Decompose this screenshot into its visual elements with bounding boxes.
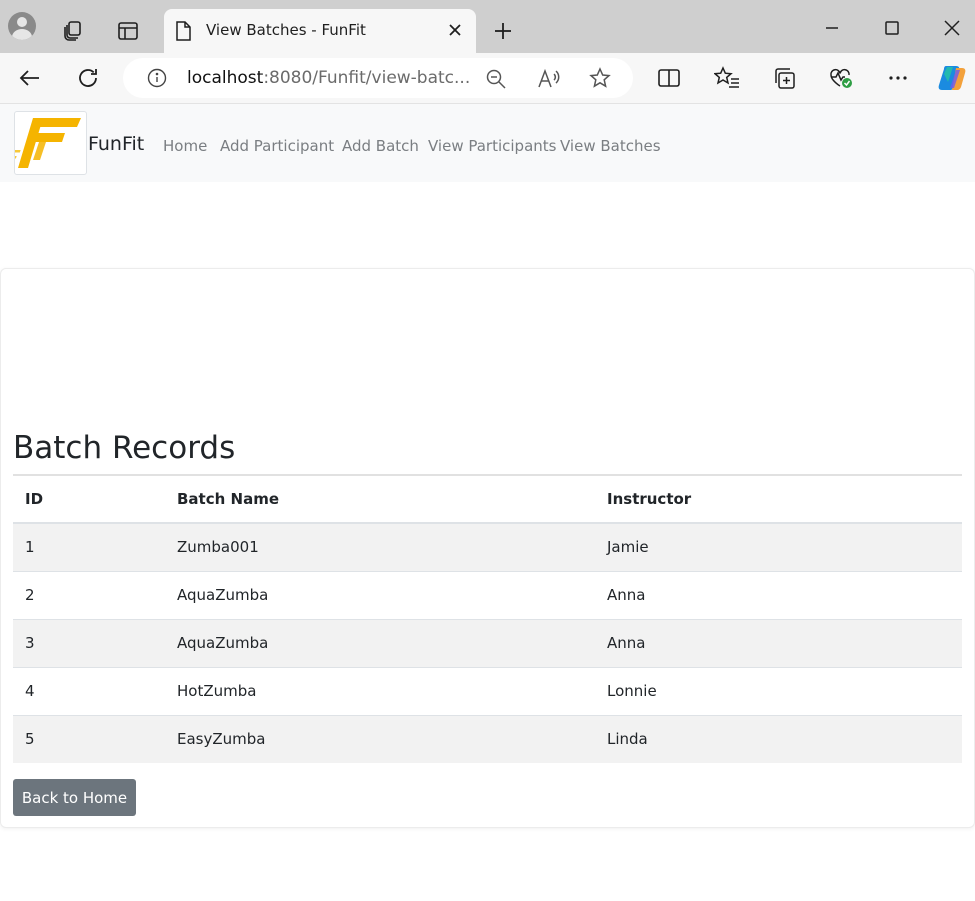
brand-name[interactable]: FunFit bbox=[88, 133, 144, 155]
copilot-icon[interactable] bbox=[936, 62, 970, 94]
nav-view-batches[interactable]: View Batches bbox=[560, 137, 661, 155]
favorites-icon[interactable] bbox=[714, 66, 740, 90]
header-batch-name: Batch Name bbox=[165, 476, 595, 524]
nav-add-participant[interactable]: Add Participant bbox=[220, 137, 334, 155]
nav-home[interactable]: Home bbox=[163, 137, 207, 155]
close-tab-icon[interactable] bbox=[444, 19, 466, 41]
maximize-icon[interactable] bbox=[882, 18, 902, 38]
cell-batch-name: EasyZumba bbox=[165, 714, 595, 763]
cell-batch-name: HotZumba bbox=[165, 666, 595, 715]
batch-records-table: ID Batch Name Instructor 1 Zumba001 Jami… bbox=[13, 476, 962, 763]
table-row: 5 EasyZumba Linda bbox=[13, 714, 962, 763]
zoom-out-icon[interactable] bbox=[485, 68, 507, 95]
nav-add-batch[interactable]: Add Batch bbox=[342, 137, 419, 155]
more-options-icon[interactable] bbox=[886, 67, 910, 89]
table-row: 1 Zumba001 Jamie bbox=[13, 522, 962, 571]
back-arrow-icon[interactable] bbox=[18, 67, 42, 89]
browser-tab-bar: View Batches - FunFit bbox=[0, 0, 975, 53]
tab-view-batches[interactable]: View Batches - FunFit bbox=[164, 9, 476, 53]
brand-logo[interactable] bbox=[5, 111, 87, 175]
nav-view-participants[interactable]: View Participants bbox=[428, 137, 556, 155]
header-instructor: Instructor bbox=[595, 476, 962, 524]
collections-icon[interactable] bbox=[772, 66, 796, 90]
split-screen-icon[interactable] bbox=[657, 67, 681, 89]
new-tab-icon[interactable] bbox=[492, 20, 514, 42]
back-to-home-button[interactable]: Back to Home bbox=[13, 779, 136, 816]
table-row: 2 AquaZumba Anna bbox=[13, 570, 962, 619]
workspaces-icon[interactable] bbox=[62, 19, 84, 41]
close-window-icon[interactable] bbox=[941, 17, 963, 39]
table-row: 3 AquaZumba Anna bbox=[13, 618, 962, 667]
site-info-icon[interactable] bbox=[147, 68, 167, 93]
browser-toolbar: localhost:8080/Funfit/view-batc... bbox=[0, 53, 975, 103]
cell-batch-name: AquaZumba bbox=[165, 570, 595, 619]
cell-instructor: Linda bbox=[595, 714, 962, 763]
tab-actions-icon[interactable] bbox=[117, 20, 139, 42]
cell-instructor: Anna bbox=[595, 570, 962, 619]
minimize-icon[interactable] bbox=[822, 18, 842, 38]
cell-instructor: Jamie bbox=[595, 522, 962, 571]
cell-id: 4 bbox=[13, 666, 165, 715]
header-id: ID bbox=[13, 476, 165, 524]
cell-id: 1 bbox=[13, 522, 165, 571]
page-title: Batch Records bbox=[13, 430, 236, 466]
cell-instructor: Anna bbox=[595, 618, 962, 667]
table-row: 4 HotZumba Lonnie bbox=[13, 666, 962, 715]
profile-avatar-icon[interactable] bbox=[8, 12, 36, 40]
page-icon bbox=[174, 21, 192, 46]
site-navbar: FunFit Home Add Participant Add Batch Vi… bbox=[0, 103, 975, 182]
browser-essentials-icon[interactable] bbox=[828, 66, 854, 90]
tab-title: View Batches - FunFit bbox=[206, 21, 366, 39]
table-header-row: ID Batch Name Instructor bbox=[13, 476, 962, 524]
logo-f-mark bbox=[18, 118, 81, 168]
cell-id: 3 bbox=[13, 618, 165, 667]
favorite-star-icon[interactable] bbox=[589, 67, 611, 94]
cell-batch-name: Zumba001 bbox=[165, 522, 595, 571]
refresh-icon[interactable] bbox=[76, 66, 100, 90]
cell-id: 2 bbox=[13, 570, 165, 619]
cell-batch-name: AquaZumba bbox=[165, 618, 595, 667]
read-aloud-icon[interactable] bbox=[537, 68, 561, 95]
url-host: localhost bbox=[187, 68, 264, 88]
cell-id: 5 bbox=[13, 714, 165, 763]
url-text[interactable]: localhost:8080/Funfit/view-batc... bbox=[187, 68, 470, 88]
cell-instructor: Lonnie bbox=[595, 666, 962, 715]
address-bar[interactable]: localhost:8080/Funfit/view-batc... bbox=[123, 58, 633, 98]
url-path: :8080/Funfit/view-batc... bbox=[263, 68, 471, 88]
